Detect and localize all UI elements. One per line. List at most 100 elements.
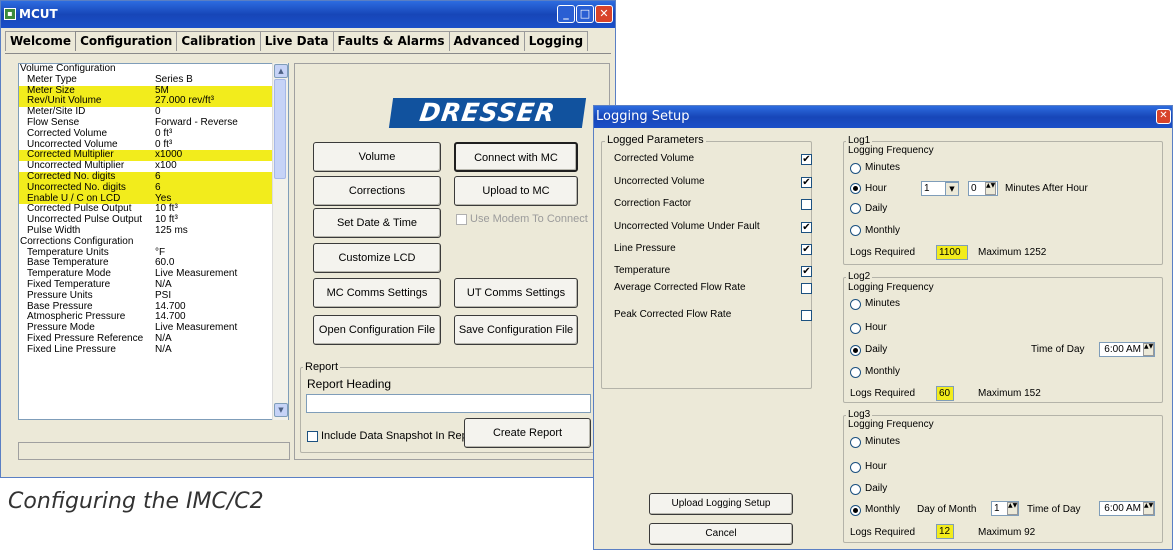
scrollbar-thumb[interactable] — [274, 79, 286, 179]
log2-time-of-day-label: Time of Day — [1031, 344, 1085, 355]
log1-daily-radio[interactable] — [850, 203, 861, 214]
corrections-button[interactable]: Corrections — [313, 176, 441, 206]
list-item[interactable]: Pressure Units PSI — [19, 289, 288, 302]
mcut-title-bar: ▪ MCUT _ □ ✕ — [1, 1, 615, 28]
log2-group — [843, 277, 1163, 403]
logged-parameter-label: Peak Corrected Flow Rate — [614, 309, 732, 320]
use-modem-label: Use Modem To Connect — [470, 213, 588, 225]
log3-frequency-label: Logging Frequency — [848, 419, 934, 430]
close-button[interactable]: ✕ — [595, 5, 613, 23]
use-modem-checkbox[interactable] — [456, 214, 467, 225]
ut-comms-settings-button[interactable]: UT Comms Settings — [454, 278, 578, 308]
list-item[interactable]: Fixed Line Pressure N/A — [19, 343, 288, 356]
save-configuration-file-button[interactable]: Save Configuration File — [454, 315, 578, 345]
log3-logs-required-field[interactable]: 12 — [936, 524, 954, 539]
mcut-window: ▪ MCUT _ □ ✕ Welcome Configuration Calibra… — [0, 0, 616, 478]
config-key: Uncorrected No. digits — [27, 181, 126, 193]
app-icon: ▪ — [4, 8, 16, 20]
log1-logs-required-field[interactable]: 1100 — [936, 245, 968, 260]
log1-logs-required-label: Logs Required — [850, 247, 916, 258]
customize-label: Customize LCD — [338, 252, 416, 264]
open-configuration-file-button[interactable]: Open Configuration File — [313, 315, 441, 345]
logged-parameter-checkbox[interactable]: ✔ — [801, 177, 812, 188]
config-value: 0 ft³ — [155, 127, 173, 139]
log2-daily-radio[interactable] — [850, 345, 861, 356]
tab-welcome[interactable]: Welcome — [5, 31, 77, 51]
logged-parameter-checkbox[interactable] — [801, 310, 812, 321]
configuration-list[interactable]: Volume Configuration Meter Type Series B Me… — [18, 63, 289, 420]
spinner-arrows-icon[interactable]: ▲▼ — [1143, 502, 1154, 515]
logged-parameter-label: Uncorrected Volume Under Fault — [614, 221, 760, 232]
minimize-button[interactable]: _ — [557, 5, 575, 23]
create-report-label: Create Report — [492, 427, 563, 439]
logged-parameter-checkbox[interactable] — [801, 199, 812, 210]
dresser-logo: DRESSER — [388, 98, 587, 128]
log2-hour-radio[interactable] — [850, 323, 861, 334]
log1-maximum-label: Maximum 1252 — [978, 247, 1047, 258]
log3-daily-label: Daily — [865, 483, 888, 494]
scroll-down-icon[interactable]: ▼ — [274, 403, 288, 417]
log1-minutes-radio[interactable] — [850, 163, 861, 174]
config-value: PSI — [155, 289, 172, 301]
logging-close-button[interactable]: ✕ — [1156, 109, 1171, 124]
tab-bar: Welcome Configuration Calibration Live Data… — [5, 31, 589, 53]
config-value: 27.000 rev/ft³ — [155, 95, 214, 107]
logged-parameter-checkbox[interactable]: ✔ — [801, 266, 812, 277]
log3-daily-radio[interactable] — [850, 484, 861, 495]
connect-with-mc-button[interactable]: Connect with MC — [454, 142, 578, 172]
create-report-button[interactable]: Create Report — [464, 418, 591, 448]
log2-minutes-radio[interactable] — [850, 299, 861, 310]
list-section-header[interactable]: Corrections Configuration — [19, 235, 288, 248]
tab-live-data[interactable]: Live Data — [259, 31, 334, 51]
log2-logs-required-field[interactable]: 60 — [936, 386, 954, 401]
logged-parameter-checkbox[interactable]: ✔ — [801, 154, 812, 165]
list-item[interactable]: Uncorrected No. digits 6 — [19, 181, 288, 194]
config-key: Corrections Configuration — [20, 235, 134, 247]
spinner-arrows-icon[interactable]: ▲▼ — [1007, 502, 1018, 515]
logged-parameter-checkbox[interactable] — [801, 283, 812, 294]
tab-faults-alarms[interactable]: Faults & Alarms — [332, 31, 450, 51]
report-heading-input[interactable] — [306, 394, 591, 413]
open-config-label: Open Configuration File — [318, 324, 436, 336]
logged-parameter-checkbox[interactable]: ✔ — [801, 244, 812, 255]
logged-parameter-label: Average Corrected Flow Rate — [614, 282, 746, 293]
spinner-arrows-icon[interactable]: ▲▼ — [985, 182, 996, 195]
upload-to-mc-button[interactable]: Upload to MC — [454, 176, 578, 206]
scroll-up-icon[interactable]: ▲ — [274, 64, 288, 78]
log2-monthly-radio[interactable] — [850, 367, 861, 378]
config-key: Fixed Line Pressure — [27, 343, 116, 355]
log3-minutes-label: Minutes — [865, 436, 901, 447]
set-date-time-button[interactable]: Set Date & Time — [313, 208, 441, 238]
logging-setup-window: Logging Setup ✕ Logged Parameters Correc… — [593, 105, 1173, 550]
tab-configuration[interactable]: Configuration — [75, 31, 178, 51]
tab-advanced[interactable]: Advanced — [448, 31, 525, 51]
log2-monthly-label: Monthly — [865, 366, 901, 377]
chevron-down-icon[interactable]: ▼ — [945, 182, 959, 196]
save-config-label: Save Configuration File — [458, 324, 574, 336]
tab-logging[interactable]: Logging — [523, 31, 589, 51]
log1-monthly-radio[interactable] — [850, 225, 861, 236]
mc-comms-settings-button[interactable]: MC Comms Settings — [313, 278, 441, 308]
config-value: N/A — [155, 343, 172, 355]
set-date-label: Set Date & Time — [336, 217, 418, 229]
customize-lcd-button[interactable]: Customize LCD — [313, 243, 441, 273]
config-key: Meter Type — [27, 73, 77, 85]
tab-calibration[interactable]: Calibration — [176, 31, 261, 51]
include-snapshot-checkbox[interactable] — [307, 431, 318, 442]
logged-parameter-checkbox[interactable]: ✔ — [801, 222, 812, 233]
log3-minutes-radio[interactable] — [850, 437, 861, 448]
logged-parameter-label: Uncorrected Volume — [614, 176, 705, 187]
log3-hour-radio[interactable] — [850, 462, 861, 473]
cancel-button[interactable]: Cancel — [649, 523, 793, 545]
log3-monthly-radio[interactable] — [850, 505, 861, 516]
list-item[interactable]: Meter Type Series B — [19, 73, 288, 86]
log1-hour-radio[interactable] — [850, 183, 861, 194]
log2-logs-required-label: Logs Required — [850, 388, 916, 399]
list-item[interactable]: Corrected Volume 0 ft³ — [19, 127, 288, 140]
volume-button[interactable]: Volume — [313, 142, 441, 172]
log1-minutes-label: Minutes — [865, 162, 901, 173]
log3-time-of-day-label: Time of Day — [1027, 504, 1081, 515]
upload-logging-setup-button[interactable]: Upload Logging Setup — [649, 493, 793, 515]
maximize-button[interactable]: □ — [576, 5, 594, 23]
spinner-arrows-icon[interactable]: ▲▼ — [1143, 343, 1154, 356]
